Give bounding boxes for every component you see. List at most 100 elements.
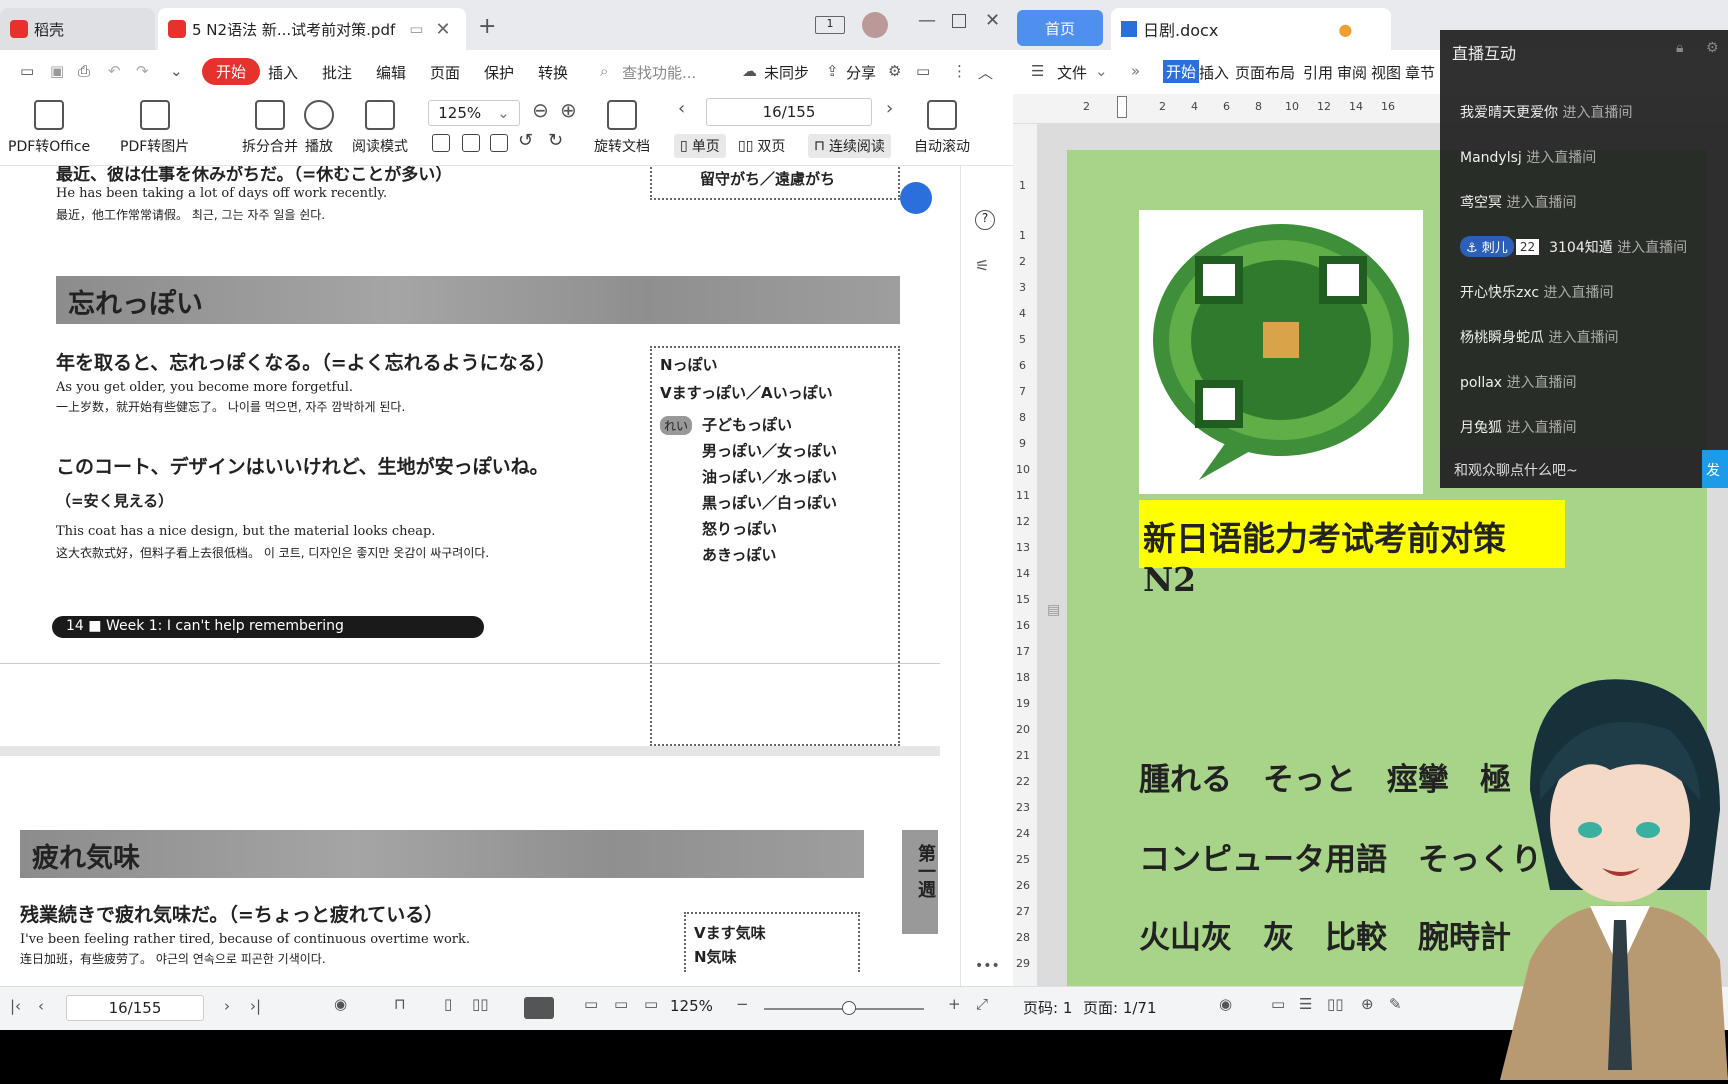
last-page-icon[interactable]: ›| bbox=[250, 997, 261, 1015]
zoom-in-icon[interactable]: ⊕ bbox=[560, 98, 577, 122]
read-mode-button[interactable]: 阅读模式 bbox=[352, 100, 408, 156]
actual-size-icon[interactable]: ▭ bbox=[584, 995, 598, 1013]
chevron-down-icon[interactable]: ⌄ bbox=[170, 62, 183, 80]
close-tab-icon[interactable]: ✕ bbox=[435, 19, 450, 40]
menu-review[interactable]: 审阅 bbox=[1337, 62, 1367, 83]
maximize-icon[interactable] bbox=[952, 14, 966, 28]
menu-section[interactable]: 章节 bbox=[1405, 62, 1435, 83]
outline-icon[interactable]: ☰ bbox=[1299, 995, 1312, 1013]
zoom-slider-handle[interactable] bbox=[842, 1001, 856, 1015]
zoom-out-icon[interactable]: ⊖ bbox=[532, 98, 549, 122]
gear-icon[interactable]: ⚙ bbox=[1706, 40, 1719, 56]
menu-protect[interactable]: 保护 bbox=[484, 62, 514, 83]
save-icon[interactable]: ▣ bbox=[50, 62, 64, 80]
menu-layout[interactable]: 页面布局 bbox=[1235, 62, 1295, 83]
continuous-icon[interactable]: ⊓ bbox=[394, 995, 406, 1013]
zoom-in-icon[interactable]: + bbox=[948, 995, 961, 1013]
pdf-to-image-button[interactable]: PDF转图片 bbox=[120, 100, 189, 156]
more-icon[interactable]: ⋮ bbox=[952, 62, 967, 80]
comment-icon[interactable]: ▭ bbox=[916, 62, 930, 80]
hamburger-icon[interactable]: ☰ bbox=[1031, 62, 1044, 80]
double-page-icon[interactable]: ▯▯ bbox=[472, 995, 489, 1013]
fit-page-icon[interactable] bbox=[462, 134, 480, 152]
continuous-read-button[interactable]: ⊓ 连续阅读 bbox=[808, 134, 891, 158]
tab-home[interactable]: 首页 bbox=[1017, 10, 1103, 46]
eye-icon[interactable]: ◉ bbox=[334, 995, 347, 1013]
window-layout-icon[interactable]: 1 bbox=[815, 16, 845, 34]
usage-box: Nっぽい Vますっぽい／Aいっぽい れい 子どもっぽい 男っぽい／女っぽい 油っ… bbox=[650, 346, 900, 746]
sync-status[interactable]: 未同步 bbox=[764, 62, 809, 83]
single-page-icon[interactable]: ▯ bbox=[444, 995, 452, 1013]
menu-page[interactable]: 页面 bbox=[430, 62, 460, 83]
gear-icon[interactable]: ⚙ bbox=[888, 62, 901, 80]
rotate-left-icon[interactable]: ↺ bbox=[518, 130, 533, 151]
pdf-to-office-button[interactable]: PDF转Office bbox=[8, 100, 90, 156]
expand-icon[interactable]: » bbox=[1131, 62, 1140, 80]
tab-doc[interactable]: 日剧.docx ● bbox=[1111, 8, 1391, 50]
float-tool-icon[interactable] bbox=[900, 182, 932, 214]
single-page-button[interactable]: ▯ 单页 bbox=[674, 134, 726, 158]
paragraph-icon[interactable]: ▤ bbox=[1047, 602, 1060, 618]
menu-references[interactable]: 引用 bbox=[1303, 62, 1333, 83]
share-button[interactable]: 分享 bbox=[846, 62, 876, 83]
page-view-icon[interactable]: ▭ bbox=[1271, 995, 1285, 1013]
pen-icon[interactable]: ✎ bbox=[1389, 995, 1402, 1013]
zoom-out-icon[interactable]: − bbox=[736, 995, 749, 1013]
undo-icon[interactable]: ↶ bbox=[108, 62, 121, 80]
rotate-doc-button[interactable]: 旋转文档 bbox=[594, 100, 650, 156]
print-icon[interactable]: ⎙ bbox=[78, 62, 90, 80]
zoom-value[interactable]: 125% bbox=[670, 997, 713, 1015]
more-icon[interactable]: ••• bbox=[975, 958, 1000, 974]
next-page-icon[interactable]: › bbox=[224, 997, 230, 1015]
open-icon[interactable]: ▭ bbox=[20, 62, 34, 80]
first-page-icon[interactable]: |‹ bbox=[10, 997, 21, 1015]
pin-icon[interactable]: ▭ bbox=[409, 20, 423, 38]
settings-slider-icon[interactable]: ⚟ bbox=[975, 256, 989, 275]
page-number-input[interactable]: 16/155 bbox=[706, 98, 872, 126]
zoom-select[interactable]: 125% ⌄ bbox=[428, 100, 520, 126]
menu-convert[interactable]: 转换 bbox=[538, 62, 568, 83]
menu-annotate[interactable]: 批注 bbox=[322, 62, 352, 83]
search-input[interactable]: 查找功能... bbox=[622, 62, 696, 83]
fullscreen-icon[interactable]: ⤢ bbox=[976, 995, 988, 1013]
web-icon[interactable]: ⊕ bbox=[1361, 995, 1374, 1013]
chat-input[interactable]: 和观众聊点什么吧~ bbox=[1440, 450, 1700, 488]
redo-icon[interactable]: ↷ bbox=[136, 62, 149, 80]
next-page-icon[interactable]: › bbox=[886, 98, 893, 119]
send-button[interactable]: 发 bbox=[1702, 450, 1728, 488]
menu-insert[interactable]: 插入 bbox=[268, 62, 298, 83]
menu-start[interactable]: 开始 bbox=[1163, 60, 1200, 83]
tab-pdf[interactable]: 5 N2语法 新...试考前对策.pdf ▭ ✕ bbox=[158, 8, 466, 50]
fit-page-icon[interactable]: ▭ bbox=[614, 995, 628, 1013]
avatar[interactable] bbox=[862, 12, 888, 38]
collapse-ribbon-icon[interactable]: ︿ bbox=[978, 62, 993, 83]
close-window-icon[interactable]: ✕ bbox=[985, 10, 1000, 31]
help-icon[interactable]: ? bbox=[975, 210, 995, 230]
double-page-button[interactable]: ▯▯ 双页 bbox=[738, 136, 785, 156]
fit-width-icon[interactable] bbox=[490, 134, 508, 152]
menu-edit[interactable]: 编辑 bbox=[376, 62, 406, 83]
page-number-input[interactable]: 16/155 bbox=[66, 995, 204, 1021]
prev-page-icon[interactable]: ‹ bbox=[38, 997, 44, 1015]
split-merge-button[interactable]: 拆分合并 bbox=[242, 100, 298, 156]
new-tab-icon[interactable]: + bbox=[478, 14, 496, 39]
read-mode-icon[interactable]: ▯▯ bbox=[1327, 995, 1344, 1013]
fit-width-icon[interactable]: ▭ bbox=[644, 995, 658, 1013]
menu-view[interactable]: 视图 bbox=[1371, 62, 1401, 83]
autoscroll-button[interactable]: 自动滚动 bbox=[914, 100, 970, 156]
minimize-icon[interactable]: — bbox=[918, 10, 936, 31]
tab-home[interactable]: 稻壳 bbox=[0, 8, 155, 50]
actual-size-icon[interactable] bbox=[432, 134, 450, 152]
menu-file[interactable]: 文件 bbox=[1057, 62, 1087, 83]
eye-icon[interactable]: ◉ bbox=[1219, 995, 1232, 1013]
play-button[interactable]: 播放 bbox=[304, 100, 334, 156]
menu-insert[interactable]: 插入 bbox=[1199, 62, 1229, 83]
prev-page-icon[interactable]: ‹ bbox=[678, 98, 685, 119]
chevron-down-icon[interactable]: ⌄ bbox=[1095, 62, 1108, 80]
rotate-right-icon[interactable]: ↻ bbox=[548, 130, 563, 151]
pdf-page-view[interactable]: 最近、彼は仕事を休みがちだ。（=休むことが多い） He has been tak… bbox=[0, 166, 940, 986]
menu-start[interactable]: 开始 bbox=[202, 58, 261, 85]
indent-marker[interactable] bbox=[1117, 96, 1127, 118]
lock-icon[interactable]: 🔒︎ bbox=[1676, 40, 1683, 56]
play-icon[interactable] bbox=[524, 997, 554, 1019]
